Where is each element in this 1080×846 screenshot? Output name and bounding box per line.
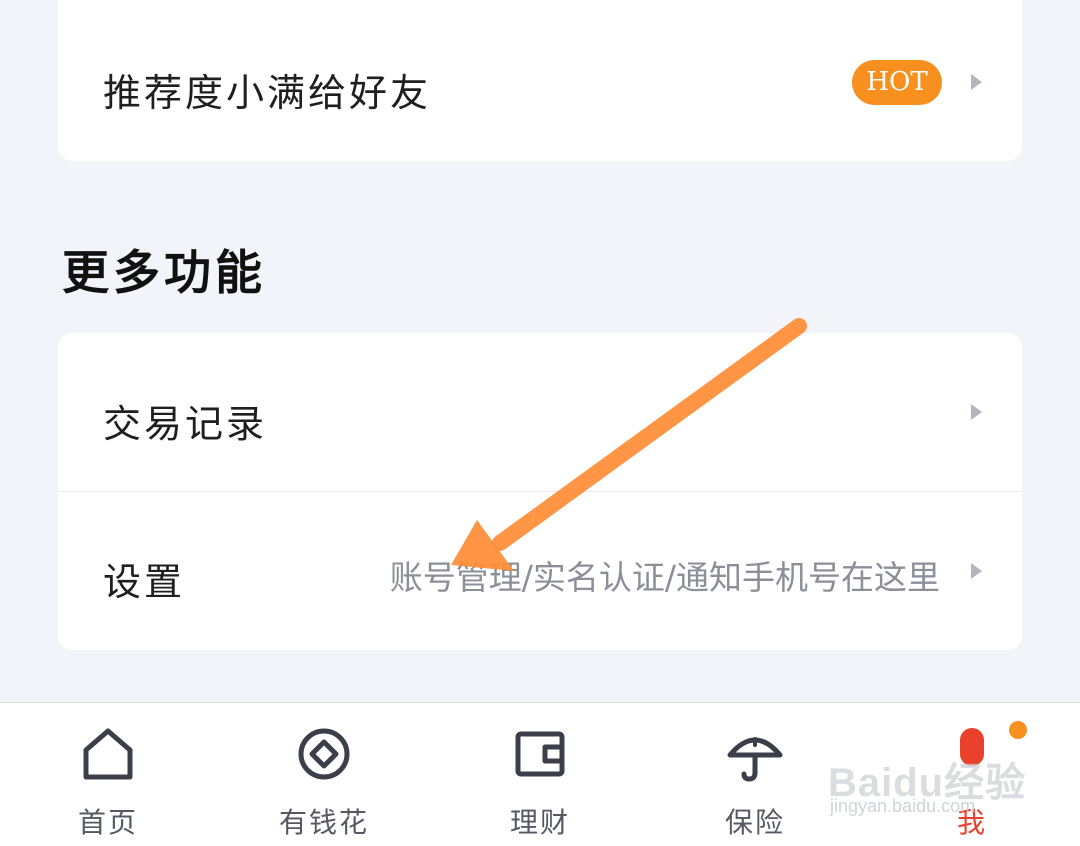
tab-baoxian[interactable]: 保险 — [675, 703, 835, 846]
more-features-card: 交易记录 设置 账号管理/实名认证/通知手机号在这里 — [58, 333, 1022, 650]
tab-youqianhua[interactable]: 有钱花 — [244, 703, 404, 846]
chevron-right-icon — [971, 563, 982, 579]
section-title: 更多功能 — [62, 246, 266, 301]
transaction-records-label: 交易记录 — [103, 402, 268, 446]
home-icon — [83, 728, 133, 780]
tab-baoxian-label: 保险 — [724, 806, 785, 839]
settings-hint: 账号管理/实名认证/通知手机号在这里 — [389, 558, 940, 597]
tab-licai-label: 理财 — [509, 806, 570, 839]
recommend-card: 推荐度小满给好友 HOT — [58, 0, 1022, 161]
tab-me[interactable]: 我 — [892, 703, 1052, 846]
recommend-label: 推荐度小满给好友 — [103, 71, 432, 115]
tab-licai[interactable]: 理财 — [460, 703, 620, 846]
hot-badge: HOT — [852, 60, 942, 105]
coin-icon — [298, 728, 350, 780]
bottom-tab-bar: 首页 有钱花 理财 保险 我 — [0, 702, 1080, 846]
notification-dot — [1009, 721, 1027, 739]
wallet-icon — [515, 731, 565, 777]
tab-youqianhua-label: 有钱花 — [278, 806, 369, 839]
settings-label: 设置 — [103, 560, 186, 604]
tab-home-label: 首页 — [77, 806, 138, 839]
tab-home[interactable]: 首页 — [28, 703, 188, 846]
transaction-records-row[interactable]: 交易记录 — [58, 333, 1022, 491]
umbrella-icon — [727, 737, 783, 782]
recommend-row[interactable]: 推荐度小满给好友 HOT — [58, 0, 1022, 161]
chevron-right-icon — [971, 404, 982, 420]
chevron-right-icon — [971, 74, 982, 90]
profile-icon — [960, 728, 984, 766]
tab-me-label: 我 — [956, 806, 987, 839]
